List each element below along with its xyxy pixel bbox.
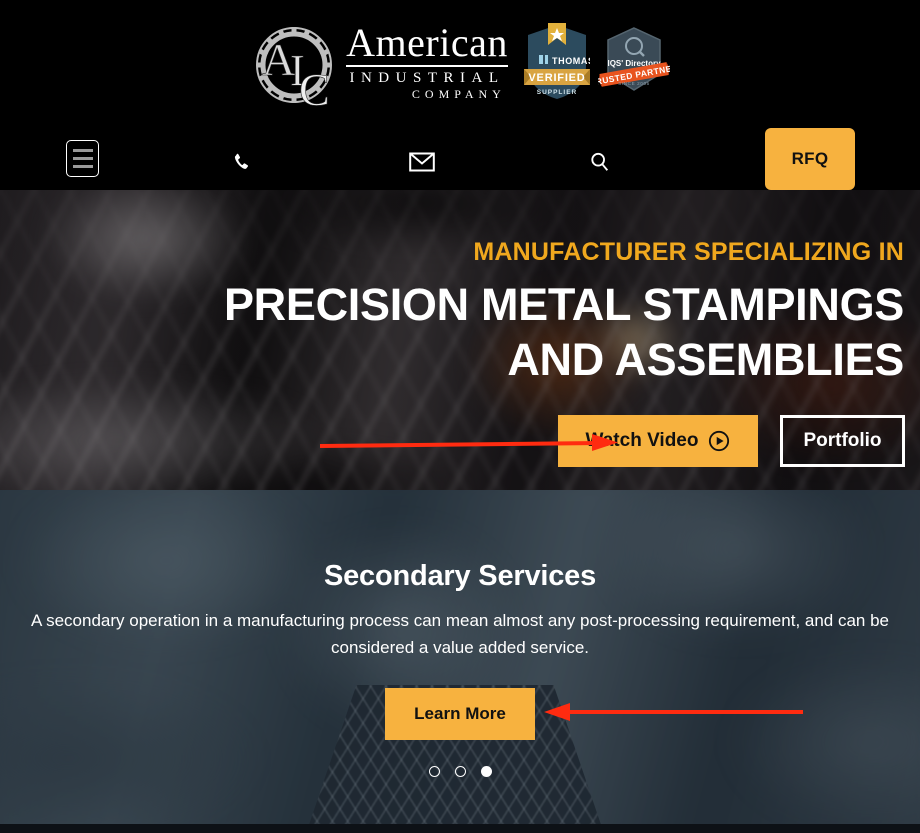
slide-heading: Secondary Services bbox=[323, 560, 597, 592]
thomas-verified-supplier-badge[interactable]: THOMAS VERIFIED SUPPLIER bbox=[523, 19, 594, 108]
svg-text:SINCE 2005: SINCE 2005 bbox=[618, 81, 650, 86]
svg-text:VERIFIED: VERIFIED bbox=[528, 72, 585, 84]
next-section-peek bbox=[0, 824, 920, 833]
svg-text:THOMAS: THOMAS bbox=[552, 56, 590, 66]
svg-text:C: C bbox=[299, 64, 330, 109]
hero-eyebrow: MANUFACTURER SPECIALIZING IN bbox=[473, 238, 904, 266]
hero-banner: MANUFACTURER SPECIALIZING IN PRECISION M… bbox=[0, 190, 920, 490]
brand-wordmark[interactable]: American INDUSTRIAL COMPANY bbox=[346, 19, 508, 103]
svg-text:SUPPLIER: SUPPLIER bbox=[537, 89, 578, 96]
carousel-dot-2[interactable] bbox=[454, 766, 466, 777]
certification-badges: THOMAS VERIFIED SUPPLIER IQS' Directory bbox=[523, 19, 679, 108]
rfq-button[interactable]: RFQ bbox=[765, 128, 855, 190]
hero-content: MANUFACTURER SPECIALIZING IN PRECISION M… bbox=[0, 190, 920, 490]
portfolio-button[interactable]: Portfolio bbox=[780, 415, 905, 467]
watch-video-label: Watch Video bbox=[585, 430, 699, 451]
phone-icon[interactable] bbox=[222, 145, 262, 179]
hamburger-menu-icon[interactable] bbox=[66, 140, 99, 177]
search-icon[interactable] bbox=[580, 145, 620, 179]
brand-logo-row[interactable]: A I C American INDUSTRIAL COMPANY THOMA … bbox=[0, 8, 920, 118]
learn-more-button[interactable]: Learn More bbox=[385, 688, 535, 740]
site-header: A I C American INDUSTRIAL COMPANY THOMA … bbox=[0, 0, 920, 190]
secondary-services-slide: Secondary Services A secondary operation… bbox=[0, 490, 920, 833]
gear-monogram-logo-icon[interactable]: A I C bbox=[250, 17, 333, 109]
play-circle-icon bbox=[709, 430, 730, 452]
slide-body-text: A secondary operation in a manufacturing… bbox=[30, 611, 890, 657]
carousel-dot-1[interactable] bbox=[428, 766, 440, 777]
hero-title-line-2: AND ASSEMBLIES bbox=[507, 333, 904, 385]
envelope-icon[interactable] bbox=[402, 145, 442, 179]
brand-name-company: COMPANY bbox=[411, 87, 506, 102]
carousel-dots bbox=[0, 766, 920, 777]
hero-cta-group: Watch Video Portfolio bbox=[558, 415, 905, 467]
page-title: PRECISION METAL STAMPINGS AND ASSEMBLIES bbox=[14, 278, 904, 388]
watch-video-button[interactable]: Watch Video bbox=[558, 415, 758, 467]
slide-overlay bbox=[0, 490, 920, 833]
brand-rule bbox=[346, 64, 508, 67]
page-root: A I C American INDUSTRIAL COMPANY THOMA … bbox=[0, 0, 920, 833]
iqs-directory-trusted-partner-badge[interactable]: IQS' Directory TRUSTED PARTNER SINCE 200… bbox=[589, 24, 679, 103]
hamburger-bar bbox=[72, 157, 93, 160]
carousel-dot-3[interactable] bbox=[480, 766, 492, 777]
hero-title-line-1: PRECISION METAL STAMPINGS bbox=[223, 279, 904, 330]
hamburger-bar bbox=[72, 149, 93, 152]
hamburger-bar bbox=[72, 165, 93, 168]
brand-name-industrial: INDUSTRIAL bbox=[349, 69, 505, 86]
brand-name-american: American bbox=[346, 19, 508, 65]
